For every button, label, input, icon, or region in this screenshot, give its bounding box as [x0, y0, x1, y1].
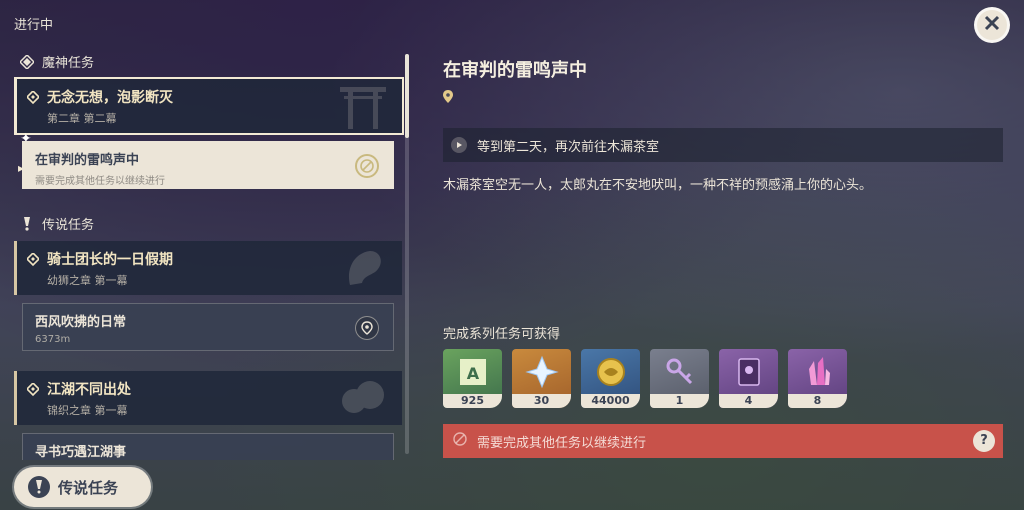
- category-label: 魔神任务: [42, 56, 95, 71]
- blocked-icon: [453, 432, 467, 450]
- cloud-emblem-icon: [338, 375, 388, 425]
- lion-emblem-icon: [340, 245, 388, 295]
- quest-list-scrollbar[interactable]: [405, 54, 409, 454]
- location-pin-icon: [443, 88, 453, 107]
- key-item-icon: [650, 349, 709, 394]
- help-button[interactable]: ?: [973, 430, 995, 452]
- rewards-heading: 完成系列任务可获得: [443, 327, 561, 342]
- blocked-warning-banner: 需要完成其他任务以继续进行 ?: [443, 424, 1003, 458]
- svg-text:A: A: [466, 364, 479, 383]
- quest-diamond-icon: [25, 251, 41, 271]
- play-arrow-icon: [451, 137, 467, 153]
- legend-quest-icon: [28, 476, 50, 498]
- quest-chapter-0[interactable]: 无念无想，泡影断灭 第二章 第二幕: [14, 77, 404, 135]
- reward-item[interactable]: 4: [719, 349, 778, 408]
- subquest-title: 西风吹拂的日常: [35, 315, 127, 330]
- blocked-icon: [355, 154, 379, 178]
- subquest-distance: 6373m: [35, 334, 71, 345]
- quest-objective: 等到第二天，再次前往木漏茶室: [443, 128, 1003, 162]
- quest-detail-title: 在审判的雷鸣声中: [443, 60, 587, 81]
- rewards-row: A 925 30 44000 1 4 8: [443, 349, 847, 408]
- adventure-exp-icon: A: [443, 349, 502, 394]
- quest-diamond-icon: [25, 89, 41, 109]
- page-title: 进行中: [14, 18, 54, 33]
- reward-item[interactable]: 1: [650, 349, 709, 408]
- subquest-title: 寻书巧遇江湖事: [35, 445, 127, 460]
- category-label: 传说任务: [42, 218, 95, 233]
- close-icon: [984, 15, 1000, 35]
- warning-text: 需要完成其他任务以继续进行: [477, 435, 647, 451]
- reward-count: 30: [512, 394, 571, 408]
- reward-count: 4: [719, 394, 778, 408]
- scroll-thumb[interactable]: [405, 54, 409, 138]
- reward-item[interactable]: 8: [788, 349, 847, 408]
- subquest-1[interactable]: 西风吹拂的日常 6373m: [22, 303, 394, 351]
- category-legend: 传说任务: [20, 214, 94, 233]
- category-archon: 魔神任务: [20, 52, 94, 71]
- subquest-selected[interactable]: 在审判的雷鸣声中 需要完成其他任务以继续进行: [22, 141, 394, 189]
- primogem-icon: [512, 349, 571, 394]
- legend-quest-label: 传说任务: [58, 478, 119, 497]
- subquest-title: 在审判的雷鸣声中: [35, 153, 140, 168]
- reward-item[interactable]: 44000: [581, 349, 640, 408]
- subquest-2[interactable]: 寻书巧遇江湖事: [22, 433, 394, 460]
- quest-diamond-icon: [25, 381, 41, 401]
- location-pin-icon[interactable]: [355, 316, 379, 340]
- quest-chapter-2[interactable]: 江湖不同出处 锦织之章 第一幕: [14, 371, 402, 425]
- quest-list: 魔神任务 无念无想，泡影断灭 第二章 第二幕 ✦ ▸ 在审判的雷鸣声中 需要完成…: [14, 48, 404, 460]
- reward-count: 925: [443, 394, 502, 408]
- legend-quest-icon: [20, 216, 34, 231]
- quest-description: 木漏茶室空无一人，太郎丸在不安地吠叫，一种不祥的预感涌上你的心头。: [443, 178, 873, 193]
- quest-chapter-1[interactable]: 骑士团长的一日假期 幼狮之章 第一幕: [14, 241, 402, 295]
- reward-count: 1: [650, 394, 709, 408]
- archon-quest-icon: [20, 54, 34, 69]
- objective-text: 等到第二天，再次前往木漏茶室: [477, 139, 660, 155]
- legend-quest-button[interactable]: 传说任务: [14, 467, 151, 507]
- crystal-icon: [788, 349, 847, 394]
- mora-icon: [581, 349, 640, 394]
- reward-count: 44000: [581, 394, 640, 408]
- reward-item[interactable]: A 925: [443, 349, 502, 408]
- close-button[interactable]: [974, 7, 1010, 43]
- reward-item[interactable]: 30: [512, 349, 571, 408]
- torii-emblem-icon: [338, 83, 388, 133]
- reward-count: 8: [788, 394, 847, 408]
- talent-book-icon: [719, 349, 778, 394]
- subquest-status: 需要完成其他任务以继续进行: [35, 176, 165, 187]
